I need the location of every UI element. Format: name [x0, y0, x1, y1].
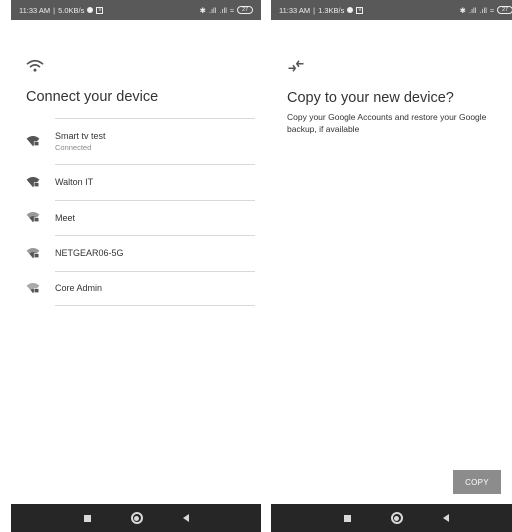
- wifi-lock-icon: [26, 212, 40, 223]
- wifi-lock-icon: [26, 136, 40, 147]
- status-bar: 11:33 AM | 5.0KB/s V ✱ .ıll .ıll ≈ 27: [11, 0, 261, 20]
- app-notification-icon: V: [356, 6, 364, 14]
- status-time: 11:33 AM: [279, 5, 311, 15]
- back-icon[interactable]: [442, 514, 449, 522]
- signal-icon: .ıll: [208, 5, 217, 15]
- home-icon[interactable]: [390, 512, 403, 524]
- signal-icon-2: .ıll: [479, 5, 487, 15]
- app-notification-icon: V: [96, 6, 104, 14]
- navigation-bar: [271, 504, 512, 532]
- status-speed: 5.0KB/s: [58, 5, 85, 15]
- signal-icon-2: .ıll: [219, 5, 227, 15]
- copy-button[interactable]: COPY: [453, 470, 501, 494]
- page-title: Copy to your new device?: [287, 90, 454, 106]
- status-bar: 11:33 AM | 1.3KB/s V ✱ .ıll .ıll ≈ 27: [271, 0, 512, 20]
- wifi-lock-icon: [26, 176, 40, 187]
- recents-icon[interactable]: [83, 514, 91, 522]
- page-description: Copy your Google Accounts and restore yo…: [287, 112, 487, 134]
- signal-icon: .ıll: [468, 5, 477, 15]
- back-icon[interactable]: [182, 514, 189, 522]
- bluetooth-icon: ✱: [199, 5, 206, 15]
- transfer-arrows-icon: [288, 60, 304, 72]
- wifi-status-icon: ≈: [489, 5, 494, 15]
- wifi-icon: [26, 59, 44, 72]
- connect-device-screen: 11:33 AM | 5.0KB/s V ✱ .ıll .ıll ≈ 27 Co…: [11, 0, 261, 532]
- wifi-network-name: NETGEAR06-5G: [55, 248, 124, 259]
- wifi-network-name: Meet: [55, 212, 76, 223]
- notification-icon: [347, 7, 354, 13]
- battery-icon: 27: [497, 6, 512, 14]
- copy-device-screen: 11:33 AM | 1.3KB/s V ✱ .ıll .ıll ≈ 27 Co…: [271, 0, 512, 532]
- wifi-network-list: Smart tv test Connected Walton IT Meet N…: [26, 118, 255, 306]
- wifi-network-name: Core Admin: [55, 283, 103, 294]
- wifi-network-item[interactable]: Walton IT: [26, 164, 255, 200]
- notification-icon: [87, 7, 94, 13]
- status-speed: 1.3KB/s: [318, 5, 345, 15]
- wifi-network-status: Connected: [55, 143, 92, 152]
- page-title: Connect your device: [26, 89, 159, 105]
- wifi-lock-icon: [26, 247, 40, 258]
- wifi-lock-icon: [26, 283, 40, 294]
- wifi-network-name: Smart tv test: [55, 131, 106, 141]
- bluetooth-icon: ✱: [459, 5, 466, 15]
- status-time: 11:33 AM: [19, 5, 51, 15]
- recents-icon[interactable]: [343, 514, 351, 522]
- wifi-network-item[interactable]: Smart tv test Connected: [26, 118, 255, 164]
- wifi-network-item[interactable]: Core Admin: [26, 270, 255, 306]
- wifi-network-item[interactable]: Meet: [26, 199, 255, 236]
- wifi-network-name: Walton IT: [55, 177, 94, 188]
- home-icon[interactable]: [130, 512, 143, 524]
- navigation-bar: [11, 504, 261, 532]
- wifi-status-icon: ≈: [229, 5, 234, 15]
- wifi-network-item[interactable]: NETGEAR06-5G: [26, 235, 255, 271]
- battery-icon: 27: [237, 6, 253, 14]
